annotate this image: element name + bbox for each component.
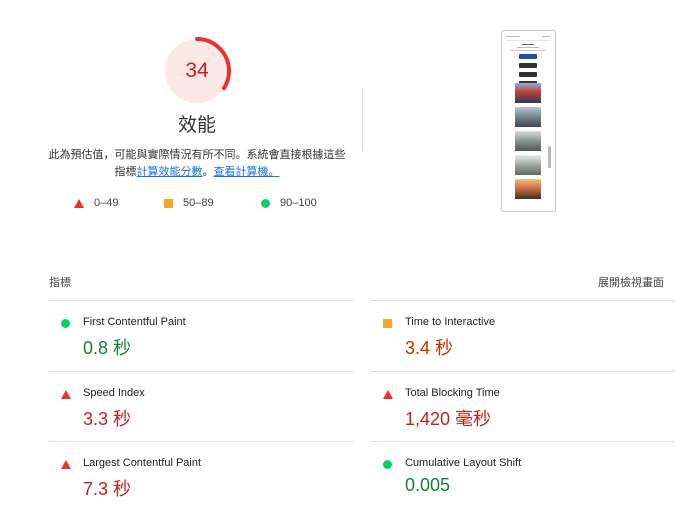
metric-speed-index: Speed Index 3.3 秒	[49, 385, 339, 445]
fail-triangle-icon	[61, 390, 71, 399]
metric-name: Speed Index	[83, 387, 145, 399]
metric-value: 3.3 秒	[83, 409, 132, 429]
calculator-link[interactable]: 查看計算機。	[214, 166, 280, 178]
legend-fail: 0–49	[74, 196, 118, 210]
expand-view-toggle[interactable]: 展開檢視畫面	[598, 274, 664, 290]
metric-name: Largest Contentful Paint	[83, 457, 202, 469]
metric-time-to-interactive: Time to Interactive 3.4 秒	[371, 314, 661, 374]
average-square-icon	[383, 319, 392, 328]
pass-circle-icon	[383, 460, 392, 469]
fail-triangle-icon	[74, 198, 84, 208]
pass-circle-icon	[261, 198, 270, 208]
final-screenshot-thumbnail[interactable]	[501, 30, 556, 212]
pass-circle-icon	[61, 319, 70, 328]
legend-pass-range: 90–100	[280, 197, 317, 209]
metric-value: 7.3 秒	[83, 479, 132, 499]
metrics-heading: 指標	[49, 277, 71, 289]
metric-cumulative-layout-shift: Cumulative Layout Shift 0.005	[371, 455, 661, 515]
metric-value: 0.005	[405, 475, 451, 495]
legend-fail-range: 0–49	[94, 197, 119, 209]
fail-triangle-icon	[383, 390, 393, 399]
metric-largest-contentful-paint: Largest Contentful Paint 7.3 秒	[49, 455, 339, 515]
average-square-icon	[164, 198, 173, 208]
metric-value: 0.8 秒	[83, 338, 132, 358]
metric-name: Time to Interactive	[405, 316, 496, 328]
metric-value: 3.4 秒	[405, 338, 454, 358]
legend-average-range: 50–89	[183, 197, 214, 209]
performance-title: 效能	[177, 115, 216, 136]
legend-pass: 90–100	[261, 196, 317, 210]
legend-average: 50–89	[164, 196, 214, 210]
divider	[371, 300, 675, 301]
metric-name: First Contentful Paint	[83, 316, 186, 328]
vertical-divider	[362, 88, 363, 151]
performance-note: 此為預估值，可能與實際情況有所不同。系統會直接根據這些指標計算效能分數。查看計算…	[44, 147, 350, 181]
metric-name: Total Blocking Time	[405, 387, 500, 399]
divider	[49, 300, 353, 301]
metric-value: 1,420 毫秒	[405, 409, 492, 429]
fail-triangle-icon	[61, 460, 71, 469]
metric-total-blocking-time: Total Blocking Time 1,420 毫秒	[371, 385, 661, 445]
note-separator: 。	[202, 166, 214, 178]
metric-name: Cumulative Layout Shift	[405, 457, 522, 469]
performance-score: 34	[185, 59, 209, 82]
score-calculation-link[interactable]: 計算效能分數	[137, 166, 203, 178]
metric-first-contentful-paint: First Contentful Paint 0.8 秒	[49, 314, 339, 374]
